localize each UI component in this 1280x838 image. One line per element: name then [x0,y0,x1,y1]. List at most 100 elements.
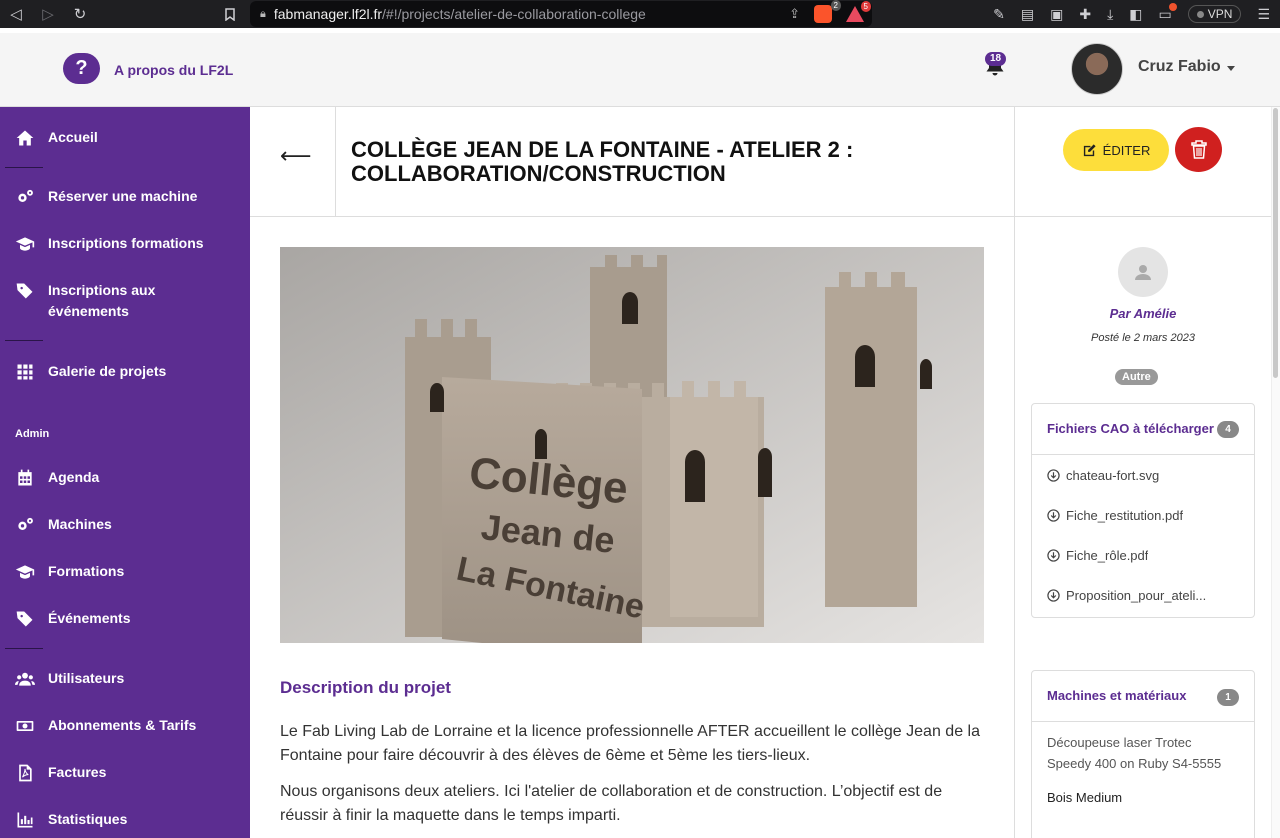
machine-item[interactable]: Découpeuse laser Trotec Speedy 400 on Ru… [1032,722,1254,784]
theme-tag: Autre [1115,369,1158,385]
back-arrow-icon[interactable]: ⟵ [280,143,312,169]
file-name: chateau-fort.svg [1066,467,1160,483]
description-heading: Description du projet [280,678,451,697]
sidebar-item-evenements[interactable]: Événements [0,607,250,631]
edit-button-label: ÉDITER [1102,142,1151,158]
file-link[interactable]: chateau-fort.svg [1032,455,1254,495]
project-main: ⟵ Collège Jean de la Fontaine - Atelier … [250,107,1014,838]
about-link[interactable]: A propos du LF2L [114,62,233,78]
cad-files-title: Fichiers CAO à télécharger 4 [1032,404,1254,455]
rewards-badge-count: 5 [860,1,871,12]
file-name: Proposition_pour_ateli... [1066,587,1207,603]
bookmark-icon[interactable] [218,0,242,28]
sidebar-item-utilisateurs[interactable]: Utilisateurs [0,667,250,691]
vpn-status-icon [1196,10,1204,18]
pen-extension-icon[interactable]: ✎ [993,6,1005,23]
actions-bar: ÉDITER [1015,107,1271,217]
notion-icon[interactable]: ▣ [1050,6,1063,23]
file-name: Fiche_rôle.pdf [1066,547,1149,563]
sidebar-section-admin: Admin [15,428,50,440]
description-paragraph: Nous organisons deux ateliers. Ici l'ate… [280,783,943,824]
download-circle-icon [1047,548,1060,562]
sidebar-item-label: Formations [48,563,125,579]
description-paragraph: Le Fab Living Lab de Lorraine et la lice… [280,723,980,764]
reload-icon[interactable]: ↻ [64,0,96,28]
brave-rewards-icon[interactable]: 5 [846,1,871,22]
file-link[interactable]: Proposition_pour_ateli... [1032,575,1254,615]
sidebar-item-label: Galerie de projets [48,363,167,379]
tags-icon [13,607,37,631]
sidebar-item-formations[interactable]: Formations [0,560,250,584]
author-name[interactable]: Par Amélie [1015,306,1271,321]
download-circle-icon [1047,588,1060,602]
sidebar-toggle-icon[interactable]: ◧ [1129,6,1142,23]
sidebar-item-abonnements[interactable]: Abonnements & Tarifs [0,714,250,738]
delete-button[interactable] [1175,127,1222,172]
sidebar-item-label: Inscriptions formations [48,235,204,251]
sidebar-item-agenda[interactable]: Agenda [0,466,250,490]
lock-icon: 🔒︎ [260,7,266,20]
machines-count-badge: 1 [1217,689,1239,706]
sidebar-item-accueil[interactable]: Accueil [0,126,250,150]
page-scrollbar-thumb[interactable] [1273,108,1278,378]
file-link[interactable]: Fiche_restitution.pdf [1032,495,1254,535]
edit-button[interactable]: ÉDITER [1063,129,1169,171]
sidebar-item-label: Événements [48,610,131,626]
app-header: ? A propos du LF2L 18 Cruz Fabio [0,33,1280,107]
sidebar-item-inscriptions-evenements[interactable]: Inscriptions aux événements [0,279,250,323]
calendar-icon [13,466,37,490]
reader-icon[interactable]: ▤ [1021,6,1034,23]
sidebar-item-label: Abonnements & Tarifs [48,717,197,733]
share-icon[interactable]: ⇪ [789,6,800,22]
user-name[interactable]: Cruz Fabio [1138,58,1221,76]
tags-icon [13,279,37,303]
sidebar-item-label: Agenda [48,469,100,485]
sidebar-item-label: Accueil [48,129,98,145]
cogs-icon [13,513,37,537]
trash-icon [1190,140,1207,159]
download-circle-icon [1047,508,1060,522]
download-icon[interactable]: ⤓ [1107,6,1113,23]
sidebar-divider [5,167,43,168]
material-item: Bois Medium [1047,790,1123,805]
sidebar-item-factures[interactable]: Factures [0,761,250,785]
machines-title: Machines et matériaux 1 [1032,671,1254,722]
vpn-button[interactable]: VPN [1187,5,1242,23]
posted-date: Posté le 2 mars 2023 [1091,332,1195,344]
sidebar-item-machines[interactable]: Machines [0,513,250,537]
url-path: /#!/projects/atelier-de-collaboration-co… [382,6,646,22]
home-icon [13,126,37,150]
edit-icon [1083,143,1096,156]
help-icon[interactable]: ? [63,53,100,84]
sidebar-item-inscriptions-formations[interactable]: Inscriptions formations [0,232,250,256]
user-menu-caret-icon[interactable] [1227,66,1235,71]
sidebar-item-label: Factures [48,764,107,780]
extensions-icon[interactable]: ✚ [1079,6,1091,23]
wallet-icon[interactable]: ▭ [1159,2,1178,23]
sidebar-item-galerie[interactable]: Galerie de projets [0,360,250,384]
user-avatar[interactable] [1071,43,1123,95]
cogs-icon [13,185,37,209]
title-divider [335,107,336,217]
sidebar-divider [5,340,43,341]
users-icon [13,667,37,691]
forward-nav-icon[interactable]: ▷ [32,0,64,28]
back-nav-icon[interactable]: ◁ [0,0,32,28]
brave-shields-icon[interactable]: 2 [814,0,841,23]
sidebar: Accueil Réserver une machine Inscription… [0,107,250,838]
download-circle-icon [1047,468,1060,482]
bar-chart-icon [13,808,37,832]
sidebar-item-statistiques[interactable]: Statistiques [0,808,250,832]
file-link[interactable]: Fiche_rôle.pdf [1032,535,1254,575]
author-avatar [1118,247,1168,297]
money-icon [13,714,37,738]
sidebar-item-reserver[interactable]: Réserver une machine [0,185,250,209]
sidebar-item-label: Utilisateurs [48,670,125,686]
address-bar[interactable]: 🔒︎ fabmanager.lf2l.fr/#!/projects/atelie… [250,0,872,27]
menu-icon[interactable]: ☰ [1257,6,1270,23]
file-name: Fiche_restitution.pdf [1066,507,1184,523]
cad-files-title-text: Fichiers CAO à télécharger [1047,421,1214,436]
sidebar-item-label: Statistiques [48,811,128,827]
sidebar-item-label: Réserver une machine [48,188,198,204]
cad-files-card: Fichiers CAO à télécharger 4 chateau-for… [1031,403,1255,618]
